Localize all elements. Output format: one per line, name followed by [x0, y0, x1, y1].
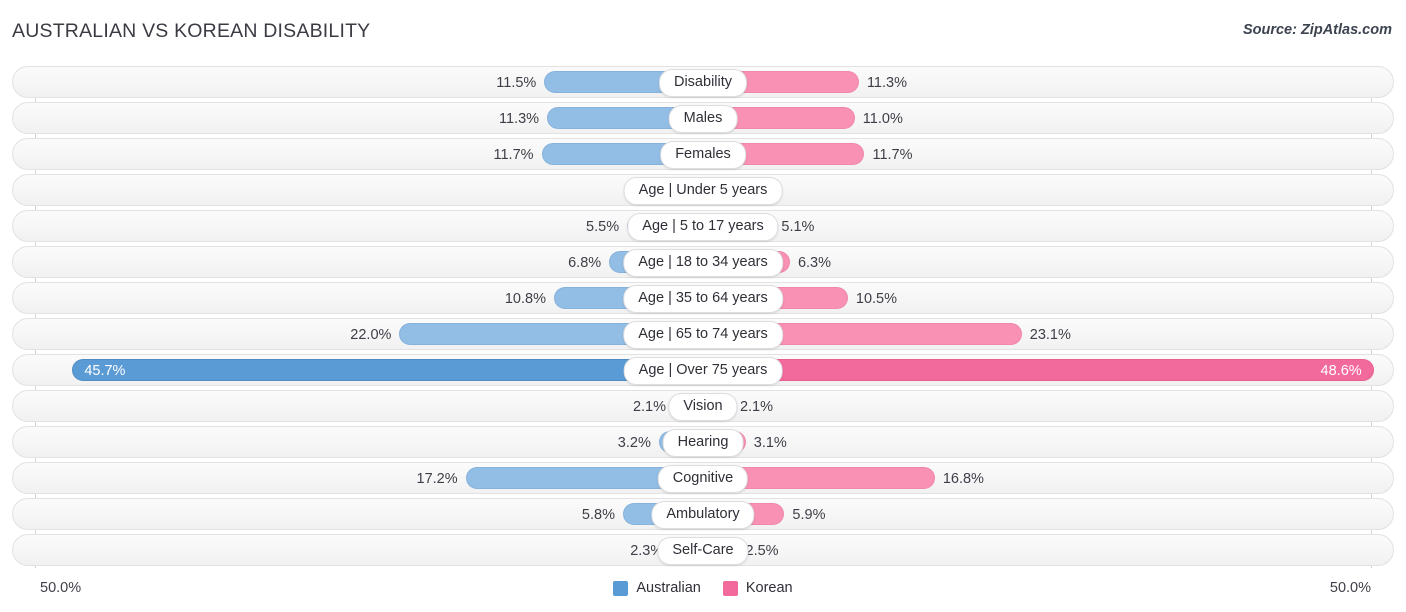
value-label-australian: 3.2% [617, 435, 651, 451]
category-label: Vision [668, 393, 738, 421]
category-label: Age | 65 to 74 years [623, 321, 783, 349]
value-label-australian: 45.7% [84, 363, 126, 379]
value-label-australian: 22.0% [350, 327, 392, 343]
value-label-korean: 5.9% [792, 507, 826, 523]
value-label-korean: 48.6% [1320, 363, 1362, 379]
category-label: Cognitive [657, 465, 749, 493]
value-label-australian: 11.3% [499, 111, 540, 127]
legend-label: Australian [636, 580, 701, 596]
chart-legend: Australian Korean [0, 580, 1406, 596]
value-label-korean: 11.3% [866, 75, 907, 91]
legend-item[interactable]: Australian [613, 580, 701, 596]
category-label: Age | 18 to 34 years [623, 249, 783, 277]
bar-row: 11.3% 11.0% Males [12, 102, 1394, 134]
bar-row: 11.7% 11.7% Females [12, 138, 1394, 170]
category-label: Females [660, 141, 746, 169]
bar-row: 5.8% 5.9% Ambulatory [12, 498, 1394, 530]
value-label-korean: 10.5% [855, 291, 898, 307]
category-label: Hearing [662, 429, 744, 457]
bar-row: 22.0% 23.1% Age | 65 to 74 years [12, 318, 1394, 350]
bar-row: 2.1% 2.1% Vision [12, 390, 1394, 422]
value-label-korean: 23.1% [1029, 327, 1071, 343]
value-label-korean: 3.1% [753, 435, 787, 451]
bar-row-inner: 5.8% 5.9% Ambulatory [13, 499, 1393, 529]
value-label-australian: 17.2% [416, 471, 458, 487]
chart-footer: 50.0% 50.0% Australian Korean [0, 574, 1406, 612]
category-label: Disability [658, 69, 748, 97]
category-label: Age | 5 to 17 years [627, 213, 779, 241]
bar-rows: 11.5% 11.3% Disability 11.3% 11.0% Males 11.7%… [12, 66, 1394, 570]
bar-row: 5.5% 5.1% Age | 5 to 17 years [12, 210, 1394, 242]
value-label-korean: 16.8% [942, 471, 984, 487]
category-label: Self-Care [657, 537, 749, 565]
value-label-australian: 5.8% [581, 507, 615, 523]
legend-swatch-icon [722, 580, 738, 596]
page-title: AUSTRALIAN VS KOREAN DISABILITY [12, 20, 371, 42]
category-label: Age | Over 75 years [623, 357, 783, 385]
bar-row-inner: 2.3% 2.5% Self-Care [13, 535, 1393, 565]
bar-row-inner: 22.0% 23.1% Age | 65 to 74 years [13, 319, 1393, 349]
bar-row-inner: 6.8% 6.3% Age | 18 to 34 years [13, 247, 1393, 277]
legend-label: Korean [745, 580, 793, 596]
legend-item[interactable]: Korean [722, 580, 793, 596]
legend-swatch-icon [613, 580, 629, 596]
chart-container: AUSTRALIAN VS KOREAN DISABILITY Source: … [0, 0, 1406, 612]
value-label-korean: 11.7% [872, 147, 913, 163]
value-label-australian: 11.5% [496, 75, 537, 91]
bar-row-inner: 11.5% 11.3% Disability [13, 67, 1393, 97]
value-label-australian: 10.8% [504, 291, 546, 307]
bar-row-inner: 45.7% 48.6% Age | Over 75 years [13, 355, 1393, 385]
bar-row-inner: 11.3% 11.0% Males [13, 103, 1393, 133]
bar-row: 11.5% 11.3% Disability [12, 66, 1394, 98]
bar-row-inner: 5.5% 5.1% Age | 5 to 17 years [13, 211, 1393, 241]
bar-row-inner: 10.8% 10.5% Age | 35 to 64 years [13, 283, 1393, 313]
value-label-korean: 5.1% [781, 219, 815, 235]
source-attribution: Source: ZipAtlas.com [1242, 22, 1392, 38]
category-label: Age | 35 to 64 years [623, 285, 783, 313]
bar-row: 45.7% 48.6% Age | Over 75 years [12, 354, 1394, 386]
bar-row: 10.8% 10.5% Age | 35 to 64 years [12, 282, 1394, 314]
value-label-korean: 11.0% [862, 111, 903, 127]
bar-row-inner: 11.7% 11.7% Females [13, 139, 1393, 169]
value-label-korean: 6.3% [797, 255, 831, 271]
bar-row: 3.2% 3.1% Hearing [12, 426, 1394, 458]
value-label-australian: 6.8% [568, 255, 602, 271]
bar-row-inner: 2.1% 2.1% Vision [13, 391, 1393, 421]
bar-row: 1.4%1.2%Age | Under 5 years [12, 174, 1394, 206]
value-label-australian: 5.5% [586, 219, 620, 235]
category-label: Males [668, 105, 738, 133]
value-label-korean: 2.1% [739, 399, 774, 415]
bar-row-inner: 17.2% 16.8% Cognitive [13, 463, 1393, 493]
bar-row: 6.8% 6.3% Age | 18 to 34 years [12, 246, 1394, 278]
category-label: Ambulatory [651, 501, 755, 529]
value-label-australian: 11.7% [493, 147, 534, 163]
bar-row-inner: 1.4%1.2%Age | Under 5 years [13, 175, 1393, 205]
category-label: Age | Under 5 years [623, 177, 783, 205]
chart-header: AUSTRALIAN VS KOREAN DISABILITY Source: … [0, 0, 1406, 62]
plot-area: 11.5% 11.3% Disability 11.3% 11.0% Males 11.7%… [0, 62, 1406, 574]
bar-row-inner: 3.2% 3.1% Hearing [13, 427, 1393, 457]
bar-row: 2.3% 2.5% Self-Care [12, 534, 1394, 566]
bar-row: 17.2% 16.8% Cognitive [12, 462, 1394, 494]
